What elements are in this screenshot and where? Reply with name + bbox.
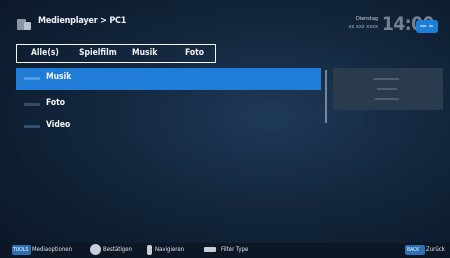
date-label: xx xxx xxxx <box>348 24 379 30</box>
day-label: Dienstag <box>355 16 378 22</box>
ok-key-icon <box>90 244 101 255</box>
folder-icon <box>24 103 40 106</box>
back-key[interactable]: BACK <box>405 245 425 255</box>
list-scrollbar[interactable] <box>325 70 327 123</box>
folder-icon <box>24 125 40 128</box>
tab-alle[interactable]: Alle(s) <box>31 48 59 58</box>
status-indicator-icon <box>416 20 438 33</box>
tab-spielfilm[interactable]: Spielfilm <box>79 48 117 58</box>
list-item-label: Foto <box>46 98 66 108</box>
back-key-label: BACK <box>407 247 420 253</box>
preview-panel <box>333 68 443 110</box>
media-type-list: Musik Foto Video <box>16 68 321 138</box>
list-item-video[interactable]: Video <box>16 116 321 138</box>
navigation-key-icon <box>147 245 152 255</box>
list-item-musik[interactable]: Musik <box>16 68 321 90</box>
hint-navigieren: Navigieren <box>155 246 185 253</box>
list-item-label: Video <box>46 120 71 130</box>
hint-filter-type: Filter Type <box>221 246 249 253</box>
hint-bestaetigen: Bestätigen <box>103 246 133 253</box>
hint-mediaoptionen: Mediaoptionen <box>32 246 73 253</box>
breadcrumb: Medienplayer > PC1 <box>38 16 127 26</box>
footer-bar: TOOLS Mediaoptionen Bestätigen Navigiere… <box>0 243 450 258</box>
tools-key-label: TOOLS <box>13 247 29 253</box>
tab-foto[interactable]: Foto <box>185 48 204 58</box>
media-player-icon <box>17 16 35 30</box>
filter-tab-bar: Alle(s) Spielfilm Musik Foto <box>16 44 216 63</box>
list-item-label: Musik <box>46 72 72 82</box>
hint-zurueck: Zurück <box>426 246 445 253</box>
tools-key[interactable]: TOOLS <box>12 245 31 255</box>
filter-key-icon <box>204 247 216 252</box>
list-item-foto[interactable]: Foto <box>16 94 321 116</box>
folder-icon <box>24 77 40 80</box>
tab-musik[interactable]: Musik <box>132 48 157 58</box>
